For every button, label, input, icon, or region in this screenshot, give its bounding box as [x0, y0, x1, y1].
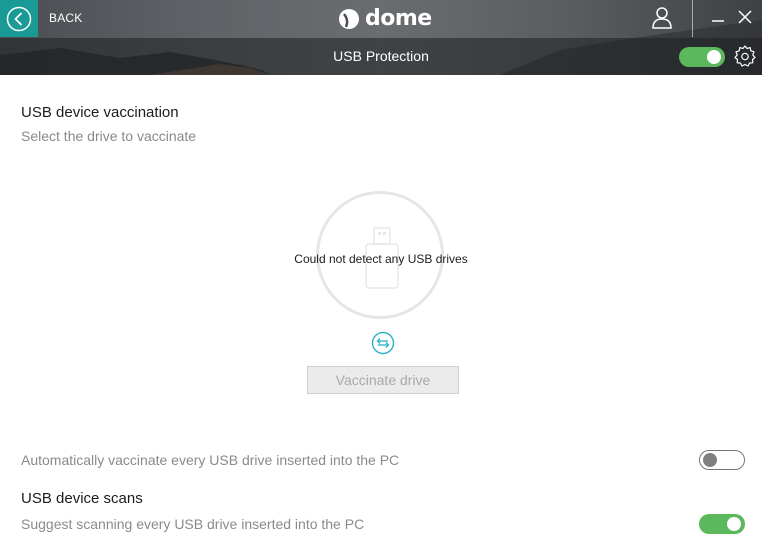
app-header: BACK dome USB Protection: [0, 0, 762, 75]
logo-text: dome: [365, 5, 432, 31]
toggle-knob: [703, 452, 717, 467]
minimize-icon[interactable]: [711, 10, 725, 24]
back-label[interactable]: BACK: [49, 11, 82, 25]
usb-scans-title: USB device scans: [21, 490, 143, 507]
toggle-knob: [707, 50, 721, 64]
vaccinate-drive-button[interactable]: Vaccinate drive: [307, 366, 459, 394]
gear-icon[interactable]: [733, 44, 757, 68]
no-drive-message: Could not detect any USB drives: [294, 252, 468, 266]
suggest-scan-label: Suggest scanning every USB drive inserte…: [21, 516, 365, 532]
dome-logo: dome: [337, 3, 432, 33]
header-divider: [692, 0, 693, 37]
back-button[interactable]: [0, 0, 38, 37]
auto-vaccinate-label: Automatically vaccinate every USB drive …: [21, 452, 400, 468]
auto-vaccinate-toggle[interactable]: [699, 450, 745, 470]
close-icon[interactable]: [738, 10, 752, 24]
vaccination-title: USB device vaccination: [21, 104, 179, 121]
suggest-scan-toggle[interactable]: [699, 514, 745, 534]
toggle-knob: [727, 517, 741, 531]
usb-protection-toggle[interactable]: [679, 47, 725, 67]
page-title: USB Protection: [333, 48, 429, 64]
back-arrow-icon: [6, 6, 32, 31]
sub-header-bar: USB Protection: [0, 38, 762, 75]
user-account-icon[interactable]: [651, 6, 673, 30]
panda-logo-icon: [339, 9, 359, 29]
vaccination-subtitle: Select the drive to vaccinate: [21, 128, 197, 144]
refresh-icon[interactable]: [371, 331, 395, 355]
